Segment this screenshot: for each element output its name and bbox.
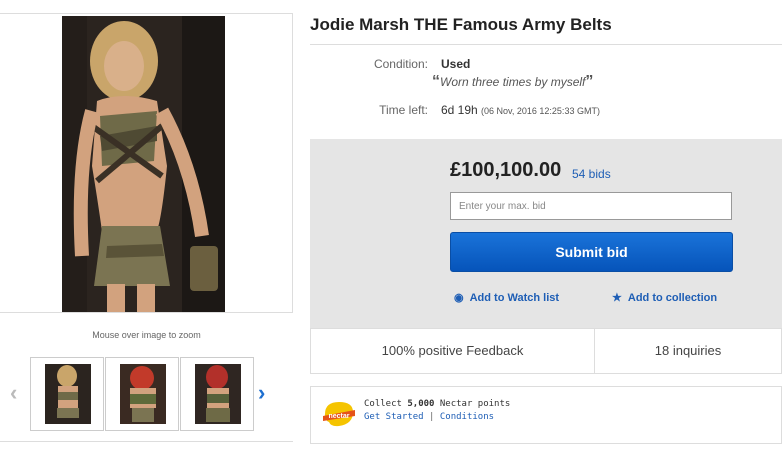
nectar-collect-text: Collect 5,000 Nectar points bbox=[364, 399, 510, 409]
prev-thumbnail-arrow[interactable]: ‹ bbox=[10, 375, 17, 411]
max-bid-input[interactable] bbox=[450, 192, 732, 220]
star-icon: ★ bbox=[612, 292, 622, 304]
thumbnail-1[interactable] bbox=[30, 357, 104, 431]
condition-label: Condition: bbox=[373, 57, 428, 71]
nectar-links: Get Started | Conditions bbox=[364, 412, 494, 422]
title-divider bbox=[310, 44, 782, 45]
nectar-logo-text: nectar bbox=[328, 413, 349, 420]
condition-note-text: Worn three times by myself bbox=[440, 75, 586, 89]
get-started-link[interactable]: Get Started bbox=[364, 412, 424, 422]
bid-count-link[interactable]: 54 bids bbox=[572, 167, 611, 181]
thumbnail-2-image bbox=[120, 364, 166, 424]
listing-title: Jodie Marsh THE Famous Army Belts bbox=[310, 15, 612, 34]
close-quote-icon: ” bbox=[585, 73, 594, 90]
time-left-value: 6d 19h (06 Nov, 2016 12:25:33 GMT) bbox=[441, 103, 600, 117]
condition-note: “Worn three times by myself” bbox=[432, 73, 593, 91]
time-left-end-date: (06 Nov, 2016 12:25:33 GMT) bbox=[481, 106, 600, 116]
seller-info-row: 100% positive Feedback 18 inquiries bbox=[310, 328, 782, 374]
open-quote-icon: “ bbox=[432, 73, 440, 90]
thumbnail-3[interactable] bbox=[180, 357, 254, 431]
current-price: £100,100.00 bbox=[450, 159, 562, 181]
thumbnail-2[interactable] bbox=[105, 357, 179, 431]
nectar-points: 5,000 bbox=[407, 399, 435, 409]
eye-icon: ◉ bbox=[454, 292, 464, 304]
thumbnail-strip: ‹ › bbox=[0, 355, 293, 435]
main-product-photo[interactable] bbox=[62, 16, 225, 312]
watchlist-label: Add to Watch list bbox=[469, 292, 560, 304]
nectar-collect-suffix: Nectar points bbox=[434, 399, 511, 409]
bid-panel: £100,100.00 54 bids Submit bid ◉ Add to W… bbox=[310, 139, 782, 328]
photo-illustration bbox=[62, 16, 225, 312]
conditions-link[interactable]: Conditions bbox=[440, 412, 494, 422]
main-image-container[interactable] bbox=[0, 13, 293, 313]
link-separator: | bbox=[429, 412, 435, 422]
nectar-collect-prefix: Collect bbox=[364, 399, 408, 409]
condition-value: Used bbox=[441, 57, 471, 71]
next-thumbnail-arrow[interactable]: › bbox=[258, 375, 265, 411]
add-to-collection-link[interactable]: ★ Add to collection bbox=[612, 291, 717, 304]
thumbnail-3-image bbox=[195, 364, 241, 424]
inquiries-count: 18 inquiries bbox=[654, 343, 722, 358]
submit-bid-button[interactable]: Submit bid bbox=[450, 232, 733, 272]
zoom-hint: Mouse over image to zoom bbox=[92, 330, 201, 340]
seller-feedback[interactable]: 100% positive Feedback bbox=[311, 329, 595, 373]
left-divider bbox=[0, 441, 293, 442]
nectar-promo: nectar Collect 5,000 Nectar points Get S… bbox=[310, 386, 782, 444]
nectar-logo-icon: nectar bbox=[323, 402, 355, 427]
add-to-watchlist-link[interactable]: ◉ Add to Watch list bbox=[454, 291, 559, 304]
thumbnail-1-image bbox=[45, 364, 91, 424]
time-left-label: Time left: bbox=[379, 103, 428, 117]
time-left-duration: 6d 19h bbox=[441, 103, 478, 117]
collection-label: Add to collection bbox=[627, 292, 718, 304]
